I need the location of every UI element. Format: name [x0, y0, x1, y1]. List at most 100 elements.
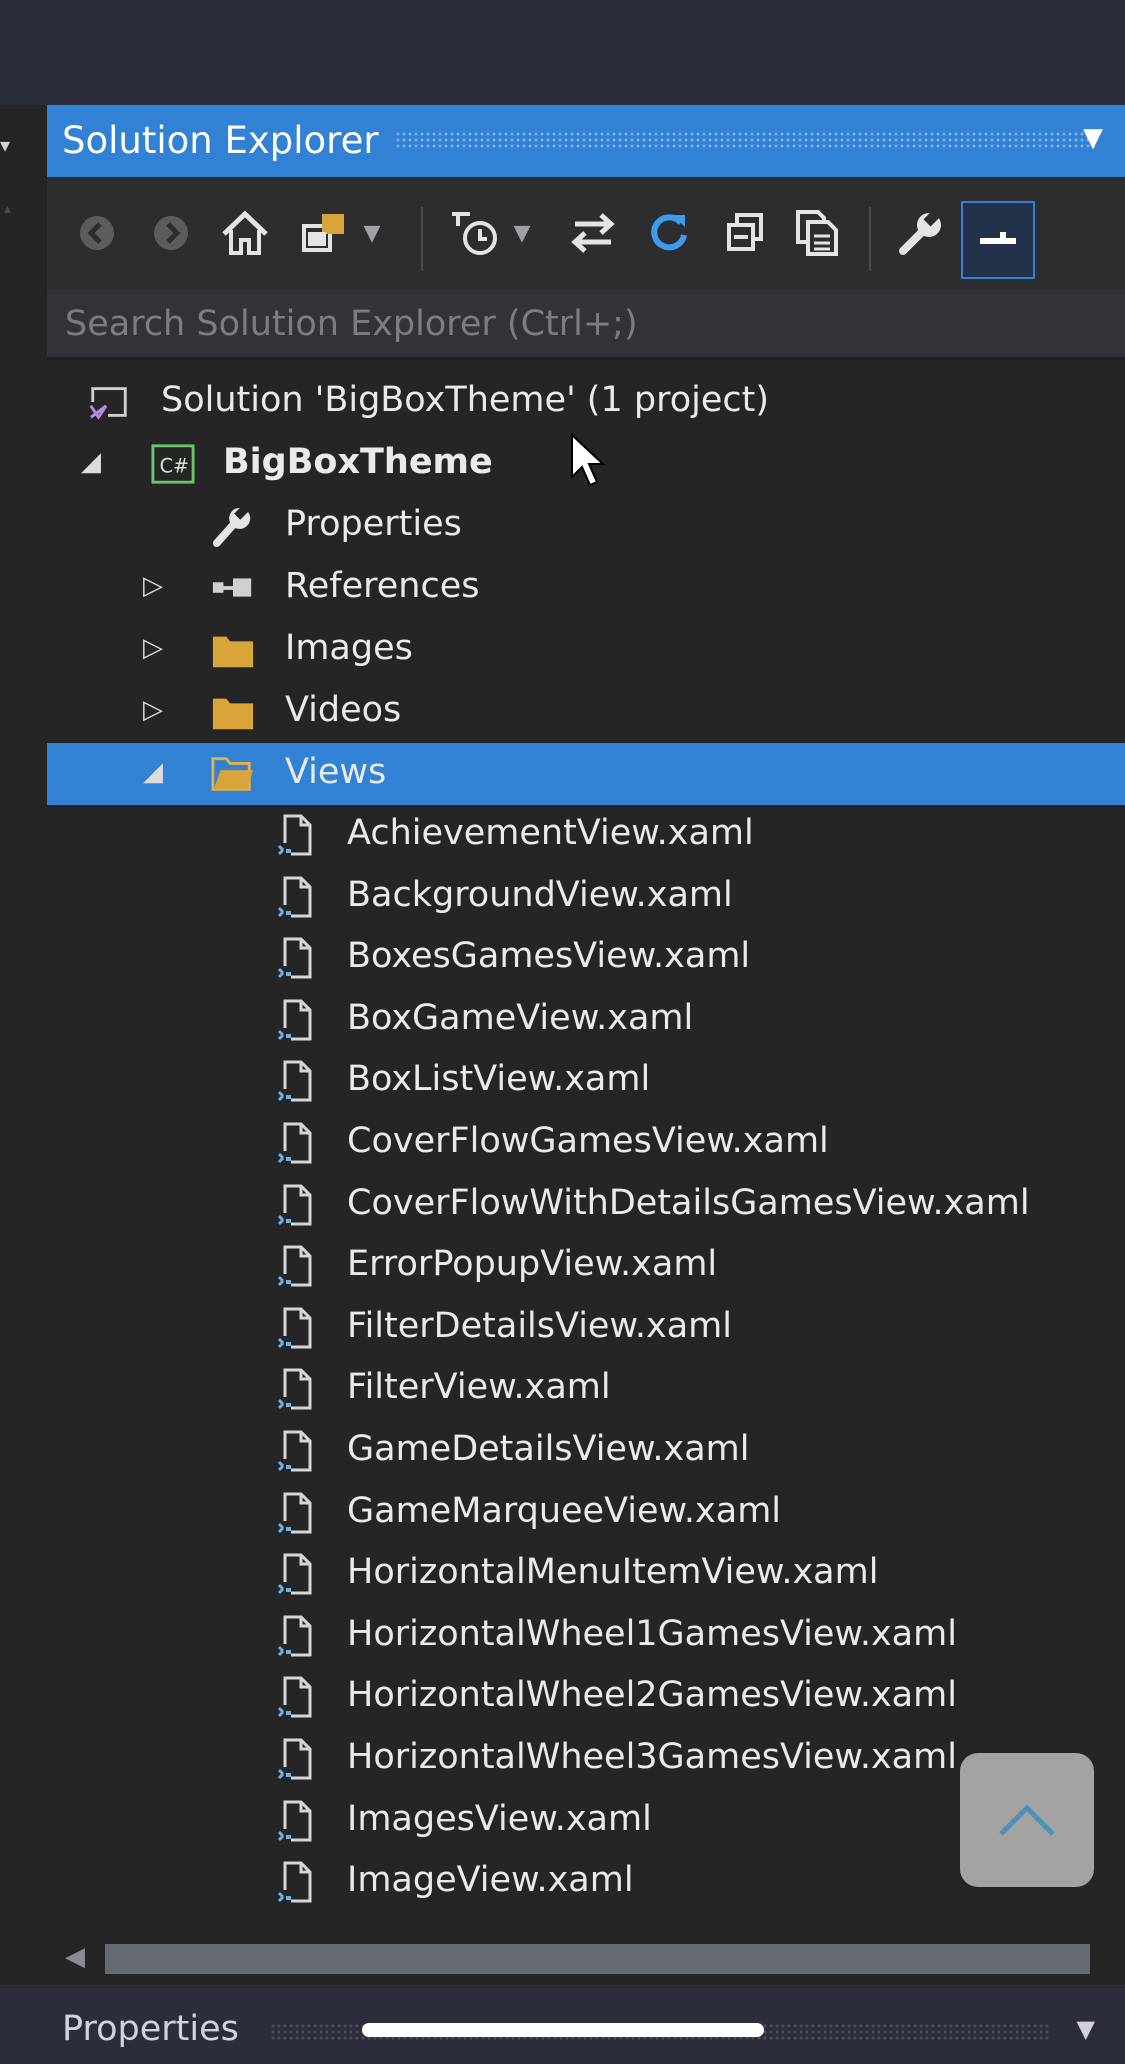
xaml-file-icon: [273, 1122, 317, 1164]
tree-item-label: HorizontalWheel2GamesView.xaml: [347, 1675, 957, 1716]
tree-item-file[interactable]: BoxesGamesView.xaml: [47, 927, 1125, 989]
switch-views-button[interactable]: [297, 203, 353, 263]
properties-menu-chevron-icon[interactable]: ▼: [1077, 2015, 1095, 2043]
wrench-icon: [899, 209, 941, 255]
tree-item-label: GameDetailsView.xaml: [347, 1429, 750, 1469]
xaml-file-icon: [273, 1800, 317, 1842]
expand-triangle-icon[interactable]: ▷: [143, 695, 163, 725]
solution-explorer-title-bar[interactable]: Solution Explorer ▼: [47, 105, 1125, 177]
tree-item-label: AchievementView.xaml: [347, 813, 754, 853]
svg-text:C#: C#: [160, 455, 189, 478]
mouse-pointer-icon: [571, 433, 606, 487]
tree-item-file[interactable]: AchievementView.xaml: [47, 804, 1125, 866]
tree-item-label: Images: [285, 628, 413, 668]
xaml-file-icon: [273, 1060, 317, 1103]
panel-title: Solution Explorer: [62, 119, 379, 162]
collapse-all-icon: [727, 213, 763, 251]
tree-item-label: Solution 'BigBoxTheme' (1 project): [161, 380, 769, 420]
tree-item-file[interactable]: BackgroundView.xaml: [47, 866, 1125, 928]
tree-item-file[interactable]: GameMarqueeView.xaml: [47, 1482, 1125, 1544]
refresh-button[interactable]: [641, 203, 697, 263]
tree-item-label: BoxGameView.xaml: [347, 997, 694, 1038]
tree-item-file[interactable]: BoxGameView.xaml: [47, 989, 1125, 1051]
tree-item-file[interactable]: HorizontalWheel1GamesView.xaml: [47, 1605, 1125, 1667]
horizontal-scroll-thumb[interactable]: [105, 1944, 1090, 1974]
tree-item-file[interactable]: ErrorPopupView.xaml: [47, 1235, 1125, 1297]
tree-item-references[interactable]: ▷ References: [47, 557, 1125, 619]
xaml-file-icon: [273, 1676, 317, 1719]
csharp-project-icon: C#: [151, 443, 195, 485]
tree-item-views[interactable]: ◢ Views: [47, 743, 1125, 805]
tree-item-label: CoverFlowWithDetailsGamesView.xaml: [347, 1182, 1030, 1223]
properties-button[interactable]: [893, 203, 949, 263]
xaml-file-icon: [273, 1861, 317, 1904]
tree-item-label: HorizontalWheel1GamesView.xaml: [347, 1613, 957, 1654]
xaml-file-icon: [273, 1553, 317, 1596]
properties-panel-title: Properties: [62, 2009, 239, 2049]
left-panel-scroll-up-arrow[interactable]: ▴: [4, 201, 11, 217]
left-docked-panel: ▾ ▴: [0, 105, 48, 1985]
scroll-left-arrow-icon[interactable]: ◀: [65, 1942, 85, 1972]
title-bar-grip[interactable]: [395, 131, 1095, 149]
expand-triangle-icon[interactable]: ▷: [143, 633, 163, 663]
preview-toggle-icon: [980, 232, 1016, 244]
home-button[interactable]: [217, 203, 273, 263]
horizontal-scrollbar[interactable]: ◀: [47, 1930, 1125, 1990]
tree-item-file[interactable]: GameDetailsView.xaml: [47, 1420, 1125, 1482]
xaml-file-icon: [273, 1184, 317, 1226]
solution-explorer-panel: Solution Explorer ▼ ▼ ▼ Search Solution …: [47, 105, 1125, 1990]
xaml-file-icon: [273, 1492, 317, 1534]
pending-changes-dropdown[interactable]: ▼: [507, 203, 537, 263]
folder-icon: [211, 629, 255, 671]
tree-item-file[interactable]: BoxListView.xaml: [47, 1050, 1125, 1112]
collapse-all-button[interactable]: [717, 203, 773, 263]
wrench-icon: [211, 504, 255, 548]
search-placeholder: Search Solution Explorer (Ctrl+;): [65, 304, 638, 344]
folder-icon: [211, 691, 255, 733]
tree-item-file[interactable]: HorizontalMenuItemView.xaml: [47, 1543, 1125, 1605]
tree-item-label: BoxesGamesView.xaml: [347, 936, 751, 977]
tree-item-videos[interactable]: ▷ Videos: [47, 681, 1125, 743]
home-indicator[interactable]: [362, 2023, 764, 2037]
tree-item-label: HorizontalWheel3GamesView.xaml: [347, 1737, 957, 1777]
search-input[interactable]: Search Solution Explorer (Ctrl+;): [47, 290, 1125, 360]
back-button[interactable]: [69, 203, 125, 263]
tree-item-solution[interactable]: Solution 'BigBoxTheme' (1 project): [47, 371, 1125, 433]
tree-item-label: Properties: [285, 504, 462, 544]
preview-selected-items-button[interactable]: [961, 201, 1035, 279]
tree-item-properties[interactable]: Properties: [47, 495, 1125, 557]
tree-item-file[interactable]: HorizontalWheel2GamesView.xaml: [47, 1666, 1125, 1728]
window-top-band: [0, 0, 1125, 105]
tree-item-file[interactable]: FilterView.xaml: [47, 1358, 1125, 1420]
forward-button[interactable]: [143, 203, 199, 263]
arrow-left-circle-icon: [80, 216, 114, 250]
sync-active-document-button[interactable]: [565, 203, 621, 263]
scroll-to-top-button[interactable]: [960, 1753, 1094, 1887]
tree-item-label: BigBoxTheme: [223, 442, 493, 482]
solution-explorer-toolbar: ▼ ▼: [47, 177, 1125, 290]
tree-item-label: References: [285, 566, 480, 606]
panel-menu-chevron-icon[interactable]: ▼: [1083, 123, 1103, 153]
tree-item-file[interactable]: CoverFlowGamesView.xaml: [47, 1112, 1125, 1174]
collapse-triangle-icon[interactable]: ◢: [81, 447, 101, 477]
clock-filter-icon: [452, 212, 497, 255]
tree-item-file[interactable]: FilterDetailsView.xaml: [47, 1297, 1125, 1359]
xaml-file-icon: [273, 814, 317, 856]
tree-item-label: CoverFlowGamesView.xaml: [347, 1121, 829, 1161]
tree-item-images[interactable]: ▷ Images: [47, 619, 1125, 681]
tree-item-file[interactable]: CoverFlowWithDetailsGamesView.xaml: [47, 1174, 1125, 1236]
switch-views-icon: [302, 214, 344, 252]
tree-item-label: BoxListView.xaml: [347, 1059, 651, 1100]
toolbar-separator: [869, 207, 871, 271]
expand-triangle-icon[interactable]: ▷: [143, 571, 163, 601]
switch-views-dropdown[interactable]: ▼: [357, 203, 387, 263]
solution-icon: [87, 381, 131, 423]
collapse-triangle-icon[interactable]: ◢: [143, 757, 163, 787]
toolbar-separator: [421, 207, 423, 271]
left-panel-menu-caret[interactable]: ▾: [0, 133, 10, 157]
xaml-file-icon: [273, 1430, 317, 1472]
tree-item-label: FilterDetailsView.xaml: [347, 1305, 732, 1346]
xaml-file-icon: [273, 1368, 317, 1411]
pending-changes-filter-button[interactable]: [445, 203, 507, 263]
show-all-files-button[interactable]: [789, 203, 845, 263]
